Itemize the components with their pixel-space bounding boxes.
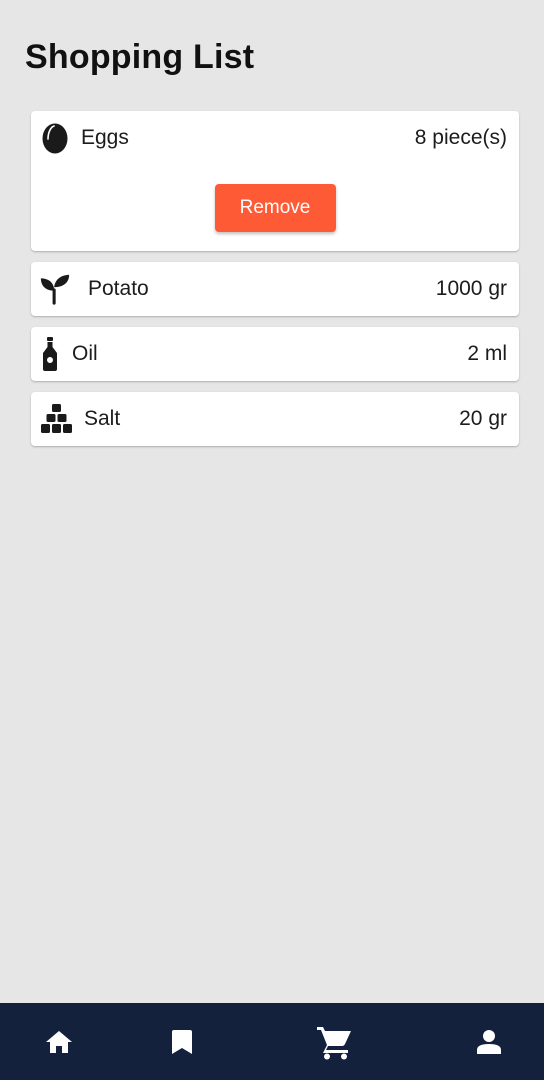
- list-item-potato[interactable]: Potato 1000 gr: [31, 262, 519, 316]
- sprout-icon: [40, 272, 70, 306]
- nav-profile[interactable]: [459, 1003, 519, 1080]
- item-name: Oil: [72, 342, 98, 365]
- list-item-row[interactable]: Salt 20 gr: [31, 392, 519, 446]
- remove-button[interactable]: Remove: [214, 184, 336, 232]
- shopping-list: Eggs 8 piece(s) Remove Potato 1000 gr Oi…: [31, 111, 519, 457]
- list-item-oil[interactable]: Oil 2 ml: [31, 327, 519, 381]
- person-icon: [477, 1029, 501, 1054]
- item-name: Eggs: [81, 126, 129, 149]
- cubes-icon: [40, 402, 72, 436]
- nav-home[interactable]: [29, 1003, 89, 1080]
- cart-icon: [317, 1024, 353, 1060]
- item-name: Salt: [84, 407, 121, 430]
- item-quantity: 8 piece(s): [414, 126, 507, 149]
- bottle-icon: [40, 337, 60, 371]
- nav-shopping-cart[interactable]: [305, 1003, 365, 1080]
- bookmark-icon: [172, 1029, 192, 1054]
- item-quantity: 20 gr: [459, 407, 507, 430]
- list-item-row[interactable]: Oil 2 ml: [31, 327, 519, 381]
- list-item-eggs[interactable]: Eggs 8 piece(s) Remove: [31, 111, 519, 251]
- bottom-nav: [0, 1003, 544, 1080]
- home-icon: [45, 1030, 73, 1054]
- list-item-row[interactable]: Eggs 8 piece(s): [31, 111, 519, 165]
- list-item-salt[interactable]: Salt 20 gr: [31, 392, 519, 446]
- item-quantity: 2 ml: [467, 342, 507, 365]
- page-title: Shopping List: [25, 38, 255, 76]
- nav-saved[interactable]: [152, 1003, 212, 1080]
- item-quantity: 1000 gr: [435, 277, 507, 300]
- list-item-row[interactable]: Potato 1000 gr: [31, 262, 519, 316]
- item-name: Potato: [88, 277, 149, 300]
- egg-icon: [40, 121, 70, 155]
